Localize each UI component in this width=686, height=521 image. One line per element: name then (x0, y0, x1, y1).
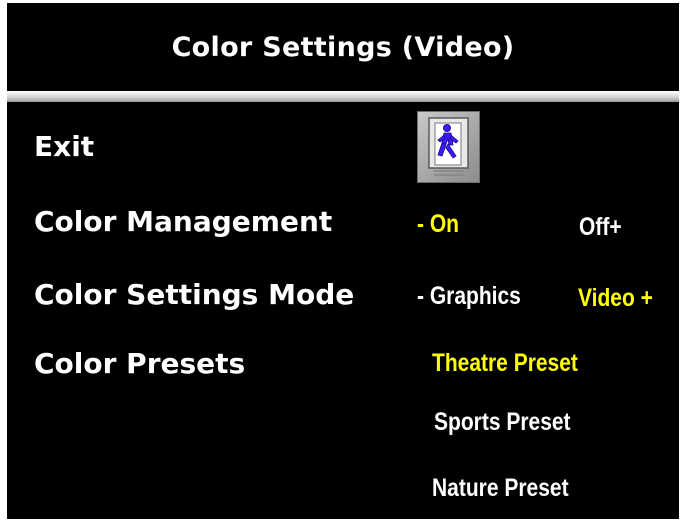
color-settings-mode-graphics-option[interactable]: - Graphics (417, 281, 521, 311)
exit-icon[interactable] (417, 111, 480, 183)
color-management-label[interactable]: Color Management (34, 206, 332, 238)
title-bar: Color Settings (Video) (7, 3, 679, 91)
preset-option-nature[interactable]: Nature Preset (432, 473, 569, 503)
color-settings-mode-video-option[interactable]: Video + (578, 283, 653, 313)
color-presets-label[interactable]: Color Presets (34, 348, 245, 380)
preset-option-sports[interactable]: Sports Preset (434, 407, 571, 437)
title-divider (7, 91, 679, 102)
color-settings-mode-label[interactable]: Color Settings Mode (34, 279, 354, 311)
exit-label[interactable]: Exit (34, 131, 94, 163)
osd-menu-panel: Color Settings (Video) Exit Color Manage… (7, 3, 679, 519)
preset-option-theatre[interactable]: Theatre Preset (432, 348, 578, 378)
color-management-on-option[interactable]: - On (417, 209, 459, 239)
color-management-off-option[interactable]: Off+ (579, 212, 622, 242)
menu-title: Color Settings (Video) (171, 31, 515, 63)
